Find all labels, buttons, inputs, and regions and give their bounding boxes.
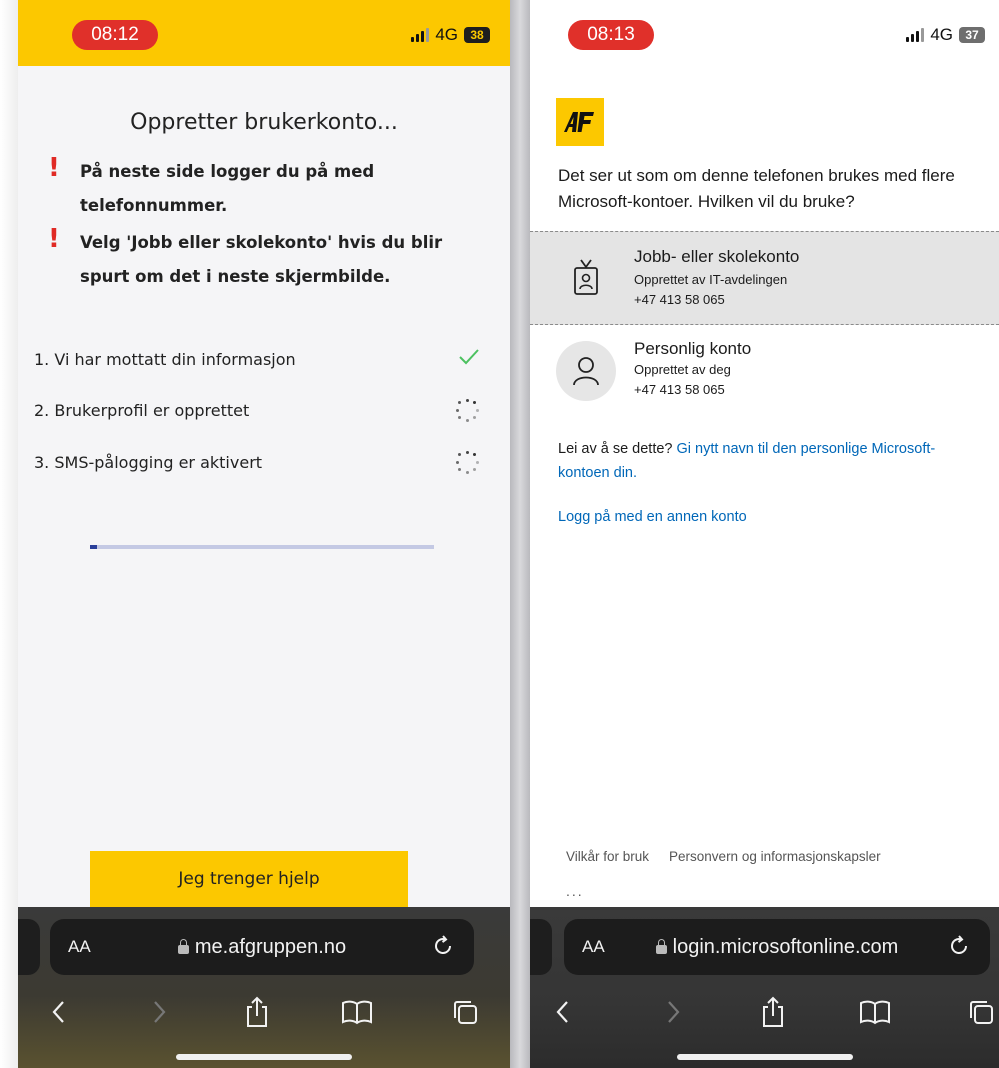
footer-links: Vilkår for bruk Personvern og informasjo… [566,849,881,864]
notice-text: På neste side logger du på med telefonnu… [80,162,375,215]
network-label: 4G [930,25,953,44]
spinner-dot [465,398,469,402]
signal-icon [411,28,430,42]
battery-icon: 37 [959,27,985,43]
phone-screenshot-af: 08:12 4G 38 Oppretter brukerkonto... ! P… [18,0,510,1068]
status-indicators: 4G 37 [906,25,985,45]
spinner-dot [475,408,479,412]
share-icon[interactable] [756,995,790,1029]
signal-icon [906,28,925,42]
browser-bottom-bar: AA me.afgruppen.no [18,907,510,1068]
status-bar: 08:13 4G 37 [530,0,999,66]
battery-icon: 38 [464,27,490,43]
account-phone: +47 413 58 065 [634,292,725,307]
badge-icon [560,252,612,304]
phone-screenshot-microsoft: 08:13 4G 37 Det ser ut som om denne tele… [530,0,999,1068]
home-indicator [176,1054,352,1060]
forward-icon[interactable] [656,995,690,1029]
spinner-dot [465,470,469,474]
status-indicators: 4G 38 [411,25,490,45]
spinner-dot [475,460,479,464]
step-label: 2. Brukerprofil er opprettet [34,400,250,420]
account-name: Personlig konto [634,339,752,358]
network-label: 4G [435,25,458,44]
exclamation-icon: ! [48,224,60,254]
background-gutter [0,0,18,1068]
status-time: 08:12 [72,20,158,50]
account-name: Jobb- eller skolekonto [634,247,800,266]
notice-choose-work-account: ! Velg 'Jobb eller skolekonto' hvis du b… [48,226,468,294]
step-label: 3. SMS-pålogging er aktivert [34,452,263,472]
account-option-work[interactable]: Jobb- eller skolekonto Opprettet av IT-a… [530,231,999,325]
spinner-dot [455,408,459,412]
bookmarks-icon[interactable] [858,995,892,1029]
notice-text: Velg 'Jobb eller skolekonto' hvis du bli… [80,233,443,286]
loading-spinner-icon [454,397,480,423]
lock-icon [655,939,667,954]
af-logo [556,98,604,146]
checkmark-icon [458,347,480,372]
notice-phone-login: ! På neste side logger du på med telefon… [48,155,468,223]
address-bar[interactable]: AA login.microsoftonline.com [564,919,990,975]
browser-toolbar [530,985,999,1039]
tabs-icon[interactable] [964,995,998,1029]
progress-bar [90,545,434,549]
terms-link[interactable]: Vilkår for bruk [566,849,649,864]
bookmarks-icon[interactable] [340,995,374,1029]
browser-bottom-bar: AA login.microsoftonline.com [530,907,999,1068]
account-picker-prompt: Det ser ut som om denne telefonen brukes… [558,166,955,211]
spinner-dot [458,415,462,419]
browser-toolbar [18,985,510,1039]
spinner-dot [455,460,459,464]
previous-tab-stub[interactable] [530,919,552,975]
account-created-by: Opprettet av IT-avdelingen [634,272,788,287]
reload-icon[interactable] [430,933,456,964]
rename-account-hint: Lei av å se dette? Gi nytt navn til den … [558,437,978,485]
screenshot-divider [510,0,530,1068]
forward-icon[interactable] [142,995,176,1029]
spinner-dot [472,467,476,471]
url-display[interactable]: me.afgruppen.no [50,936,474,959]
step-label: 1. Vi har mottatt din informasjon [34,349,296,369]
url-display[interactable]: login.microsoftonline.com [564,936,990,959]
account-created-by: Opprettet av deg [634,362,731,377]
page-title: Oppretter brukerkonto... [130,110,398,135]
sign-in-other-account-link[interactable]: Logg på med en annen konto [558,509,747,525]
step-item: 1. Vi har mottatt din informasjon [34,344,480,374]
url-text: login.microsoftonline.com [672,935,899,958]
reload-icon[interactable] [946,933,972,964]
previous-tab-stub[interactable] [18,919,40,975]
privacy-link[interactable]: Personvern og informasjonskapsler [669,849,881,864]
help-button[interactable]: Jeg trenger hjelp [90,851,408,907]
account-option-personal[interactable]: Personlig konto Opprettet av deg +47 413… [530,331,999,425]
spinner-dot [458,453,462,457]
back-icon[interactable] [42,995,76,1029]
share-icon[interactable] [240,995,274,1029]
status-bar: 08:12 4G 38 [18,0,510,66]
spinner-dot [458,401,462,405]
home-indicator [676,1054,853,1060]
url-text: me.afgruppen.no [194,935,347,958]
loading-spinner-icon [454,449,480,475]
tabs-icon[interactable] [448,995,482,1029]
exclamation-icon: ! [48,153,60,183]
more-options-button[interactable]: ... [566,883,584,899]
spinner-dot [458,467,462,471]
person-icon [556,341,616,401]
address-bar[interactable]: AA me.afgruppen.no [50,919,474,975]
rename-hint-text: Lei av å se dette? [558,441,677,457]
progress-fill [90,545,97,549]
spinner-dot [472,401,476,405]
step-item: 3. SMS-pålogging er aktivert [34,447,480,477]
lock-icon [177,939,189,954]
back-icon[interactable] [546,995,580,1029]
spinner-dot [472,453,476,457]
status-time: 08:13 [568,20,654,50]
spinner-dot [465,418,469,422]
account-phone: +47 413 58 065 [634,382,725,397]
spinner-dot [472,415,476,419]
step-item: 2. Brukerprofil er opprettet [34,395,480,425]
spinner-dot [465,450,469,454]
